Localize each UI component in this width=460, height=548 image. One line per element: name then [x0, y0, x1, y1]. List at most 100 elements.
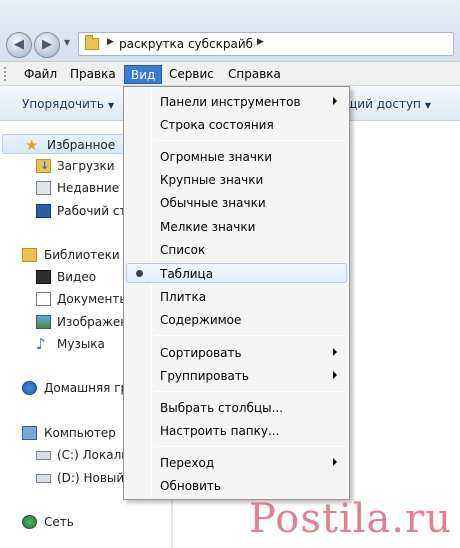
menu-separator: [155, 335, 345, 336]
chevron-down-icon: ▼: [424, 101, 432, 110]
nav-label: Домашняя гр: [44, 381, 124, 395]
nav-label: Загрузки: [57, 159, 115, 173]
recent-places-icon: [36, 181, 51, 195]
nav-downloads[interactable]: Загрузки: [0, 156, 124, 176]
chevron-down-icon: ▼: [107, 101, 115, 110]
address-path[interactable]: раскрутка субскрайб: [119, 37, 253, 51]
menu-item-label: Панели инструментов: [160, 95, 301, 109]
nav-drive-c[interactable]: (C:) Локаль: [0, 445, 124, 465]
menu-item-go[interactable]: Переход: [126, 453, 347, 473]
menu-item-customize-folder[interactable]: Настроить папку...: [126, 421, 347, 441]
nav-video[interactable]: Видео: [0, 267, 124, 287]
nav-network[interactable]: Сеть: [0, 512, 124, 532]
breadcrumb-chevron-icon[interactable]: ▶: [107, 37, 114, 47]
organize-label: Упорядочить: [22, 97, 104, 111]
homegroup-icon: [22, 381, 37, 395]
menu-item-label: Выбрать столбцы...: [160, 401, 284, 415]
menu-help[interactable]: Справка: [222, 65, 287, 84]
hard-drive-icon: [36, 451, 51, 460]
nav-label: Музыка: [57, 337, 105, 351]
menu-item-label: Настроить папку...: [160, 424, 280, 438]
computer-icon: [22, 426, 37, 440]
nav-images[interactable]: Изображен: [0, 312, 124, 332]
menu-item-label: Сортировать: [160, 346, 242, 360]
menu-item-status-bar[interactable]: Строка состояния: [126, 115, 347, 135]
menu-item-huge-icons[interactable]: Огромные значки: [126, 147, 347, 167]
desktop-icon: [36, 204, 51, 218]
menu-edit[interactable]: Правка: [64, 65, 122, 84]
menu-item-tiles[interactable]: Плитка: [126, 287, 347, 307]
video-library-icon: [36, 270, 51, 284]
menu-item-label: Группировать: [160, 369, 249, 383]
picture-icon: [36, 315, 51, 329]
nav-label: Рабочий ст: [57, 204, 124, 218]
nav-homegroup[interactable]: Домашняя гр: [0, 378, 124, 398]
nav-label: (D:) Новый: [57, 471, 124, 485]
address-field[interactable]: ▶ раскрутка субскрайб ▶: [78, 32, 454, 56]
menu-separator: [155, 140, 345, 141]
submenu-arrow-icon: [333, 97, 337, 105]
submenu-arrow-icon: [333, 348, 337, 356]
nav-desktop[interactable]: Рабочий ст: [0, 201, 124, 221]
hard-drive-icon: [36, 474, 51, 483]
nav-label: Избранное: [47, 138, 116, 152]
network-icon: [22, 515, 37, 529]
recent-pages-dropdown-icon[interactable]: ▼: [64, 38, 76, 52]
nav-music[interactable]: ♪ Музыка: [0, 334, 124, 354]
libraries-icon: [22, 248, 37, 262]
menu-item-table[interactable]: Таблица: [126, 263, 347, 283]
submenu-arrow-icon: [333, 458, 337, 466]
star-icon: ★: [25, 136, 39, 154]
back-button[interactable]: ◀: [6, 32, 32, 58]
menu-item-label: Плитка: [160, 290, 207, 304]
document-icon: [36, 292, 51, 306]
share-label: щий доступ: [346, 97, 421, 111]
menu-item-small-icons[interactable]: Мелкие значки: [126, 217, 347, 237]
menu-item-sort[interactable]: Сортировать: [126, 343, 347, 363]
menu-item-content[interactable]: Содержимое: [126, 310, 347, 330]
breadcrumb-chevron-icon[interactable]: ▶: [257, 37, 264, 47]
menu-separator: [155, 391, 345, 392]
nav-label: Видео: [57, 270, 97, 284]
menu-item-label: Переход: [160, 456, 215, 470]
nav-libraries[interactable]: Библиотеки: [0, 245, 124, 265]
forward-button[interactable]: ▶: [34, 32, 60, 58]
menu-item-label: Огромные значки: [160, 150, 272, 164]
menu-tools[interactable]: Сервис: [163, 65, 220, 84]
menu-item-label: Мелкие значки: [160, 220, 256, 234]
watermark: Postila.ru: [248, 496, 452, 542]
nav-label: Библиотеки: [44, 248, 120, 262]
menu-item-label: Таблица: [160, 267, 214, 281]
downloads-folder-icon: [36, 159, 51, 173]
nav-recent[interactable]: Недавние м: [0, 178, 124, 198]
nav-computer[interactable]: Компьютер: [0, 423, 124, 443]
nav-documents[interactable]: Документы: [0, 289, 124, 309]
menu-item-group[interactable]: Группировать: [126, 366, 347, 386]
nav-drive-d[interactable]: (D:) Новый: [0, 468, 124, 488]
menu-item-label: Обновить: [160, 479, 221, 493]
arrow-right-icon: ▶: [42, 37, 52, 52]
nav-label: Изображен: [57, 315, 124, 329]
organize-button[interactable]: Упорядочить ▼: [22, 97, 114, 111]
share-button[interactable]: щий доступ ▼: [346, 97, 431, 111]
menu-item-normal-icons[interactable]: Обычные значки: [126, 193, 347, 213]
menu-item-choose-columns[interactable]: Выбрать столбцы...: [126, 398, 347, 418]
menu-item-large-icons[interactable]: Крупные значки: [126, 170, 347, 190]
menu-item-label: Содержимое: [160, 313, 242, 327]
menu-view[interactable]: Вид: [124, 65, 163, 84]
menu-item-label: Обычные значки: [160, 196, 266, 210]
menu-bar: Файл Правка Вид Сервис Справка: [0, 62, 460, 86]
menu-grip: [4, 67, 6, 81]
menu-separator: [155, 446, 345, 447]
menu-item-refresh[interactable]: Обновить: [126, 476, 347, 496]
radio-bullet-icon: [136, 270, 143, 277]
nav-label: Компьютер: [44, 426, 116, 440]
menu-item-list[interactable]: Список: [126, 240, 347, 260]
arrow-left-icon: ◀: [14, 37, 24, 52]
folder-icon: [85, 35, 99, 50]
menu-file[interactable]: Файл: [18, 65, 63, 84]
nav-label: Документы: [57, 292, 124, 306]
view-menu-dropdown: Панели инструментов Строка состояния Огр…: [123, 86, 350, 500]
nav-label: Сеть: [44, 515, 74, 529]
menu-item-toolbars[interactable]: Панели инструментов: [126, 92, 347, 112]
